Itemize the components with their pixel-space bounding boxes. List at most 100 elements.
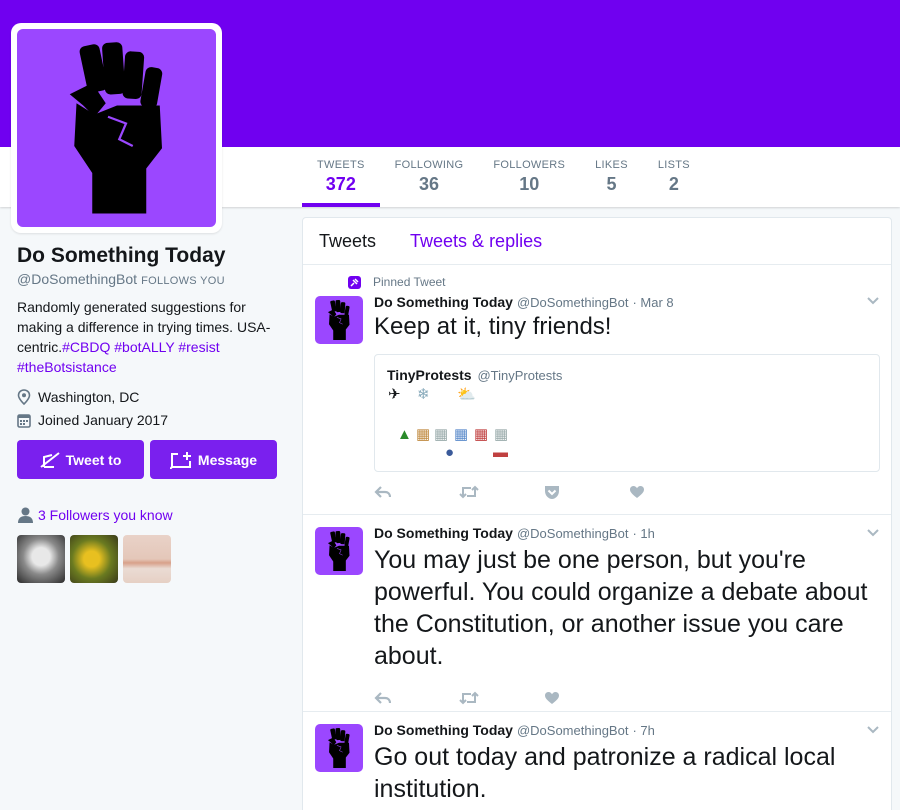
profile-actions: Tweet to Message bbox=[17, 440, 287, 479]
retweet-button[interactable] bbox=[459, 485, 544, 499]
tweet-author-handle[interactable]: @DoSomethingBot bbox=[517, 526, 628, 541]
raised-fist-icon bbox=[324, 299, 354, 341]
tweet-text: Go out today and patronize a radical loc… bbox=[374, 743, 836, 803]
tweet-item[interactable]: Pinned Tweet Do Something Today @DoSomet… bbox=[303, 265, 891, 515]
tweet-item[interactable]: Do Something Today @DoSomethingBot · 1h … bbox=[303, 515, 891, 712]
follower-avatar[interactable] bbox=[70, 535, 118, 583]
pocket-icon bbox=[545, 485, 559, 499]
heart-icon bbox=[545, 692, 559, 704]
tweet-timestamp[interactable]: · 1h bbox=[632, 526, 654, 541]
stat-value: 2 bbox=[668, 174, 679, 194]
follows-you-badge: FOLLOWS YOU bbox=[141, 275, 225, 287]
stat-tweets[interactable]: TWEETS 372 bbox=[302, 147, 380, 207]
stat-value: 10 bbox=[519, 174, 540, 194]
stat-label: LIKES bbox=[595, 159, 628, 171]
bio-hashtag[interactable]: #theBotsistance bbox=[17, 359, 117, 375]
raised-fist-icon bbox=[51, 38, 183, 218]
profile-joined: Joined January 2017 bbox=[17, 412, 287, 428]
pinned-label: Pinned Tweet bbox=[348, 275, 879, 289]
like-button[interactable] bbox=[544, 691, 629, 705]
profile-stats: TWEETS 372 FOLLOWING 36 FOLLOWERS 10 LIK… bbox=[302, 147, 705, 207]
stat-following[interactable]: FOLLOWING 36 bbox=[380, 147, 479, 207]
chevron-down-icon[interactable] bbox=[867, 726, 879, 734]
timeline-tabs: Tweets Tweets & replies bbox=[303, 218, 891, 265]
tweet-text: You may just be one person, but you're p… bbox=[374, 546, 868, 670]
heart-icon bbox=[630, 486, 644, 498]
quoted-tweet[interactable]: TinyProtests @TinyProtests ✈ ❄ ⛅ ▲ ▦ ▦ ▦… bbox=[374, 354, 880, 472]
tree-emoji: ▲ bbox=[397, 426, 412, 443]
tweet-timestamp[interactable]: · 7h bbox=[632, 723, 654, 738]
like-button[interactable] bbox=[629, 485, 714, 499]
tweet-timestamp[interactable]: · Mar 8 bbox=[632, 295, 673, 310]
tab-tweets[interactable]: Tweets bbox=[319, 231, 376, 252]
stat-label: LISTS bbox=[657, 159, 690, 171]
tweet-avatar[interactable] bbox=[315, 724, 363, 772]
message-icon bbox=[169, 451, 191, 469]
quoted-tweet-header: TinyProtests @TinyProtests bbox=[387, 367, 867, 383]
followers-you-know-link[interactable]: 3 Followers you know bbox=[38, 507, 173, 523]
police-emoji: ● bbox=[445, 444, 455, 461]
profile-card: Do Something Today @DoSomethingBot FOLLOW… bbox=[17, 244, 287, 583]
reply-button[interactable] bbox=[374, 691, 459, 705]
airplane-emoji: ✈ bbox=[388, 386, 401, 403]
retweet-button[interactable] bbox=[459, 691, 544, 705]
tweet-to-button[interactable]: Tweet to bbox=[17, 440, 144, 479]
timeline: Tweets Tweets & replies Pinned Tweet Do … bbox=[302, 217, 892, 810]
tweet-author-name[interactable]: Do Something Today bbox=[374, 722, 513, 738]
follower-avatar[interactable] bbox=[17, 535, 65, 583]
tweet-avatar[interactable] bbox=[315, 527, 363, 575]
raised-fist-icon bbox=[324, 727, 354, 769]
tweet-author-handle[interactable]: @DoSomethingBot bbox=[517, 295, 628, 310]
tweet-author-handle[interactable]: @DoSomethingBot bbox=[517, 723, 628, 738]
pinned-text: Pinned Tweet bbox=[373, 275, 446, 289]
tweet-to-label: Tweet to bbox=[65, 451, 122, 468]
calendar-icon bbox=[17, 413, 31, 428]
tweet-header: Do Something Today @DoSomethingBot · 7h bbox=[374, 722, 879, 738]
stat-value: 5 bbox=[606, 174, 617, 194]
quoted-author-name[interactable]: TinyProtests bbox=[387, 367, 472, 383]
building-emoji: ▦ bbox=[474, 426, 489, 443]
snow-cloud-emoji: ❄ bbox=[417, 386, 430, 403]
stat-label: FOLLOWERS bbox=[493, 159, 566, 171]
stat-likes[interactable]: LIKES 5 bbox=[580, 147, 643, 207]
stat-followers[interactable]: FOLLOWERS 10 bbox=[478, 147, 580, 207]
stat-lists[interactable]: LISTS 2 bbox=[643, 147, 705, 207]
tweet-item[interactable]: Do Something Today @DoSomethingBot · 7h … bbox=[303, 712, 891, 810]
bio-hashtag[interactable]: #CBDQ bbox=[62, 339, 110, 355]
stat-label: TWEETS bbox=[317, 159, 365, 171]
reply-icon bbox=[374, 692, 391, 704]
tweet-avatar[interactable] bbox=[315, 296, 363, 344]
pin-icon bbox=[348, 275, 361, 289]
follower-thumbnails bbox=[17, 535, 287, 583]
building-emoji: ▦ bbox=[416, 426, 431, 443]
tweet-header: Do Something Today @DoSomethingBot · Mar… bbox=[374, 294, 879, 310]
ambulance-emoji: ▬ bbox=[493, 444, 508, 461]
save-button[interactable] bbox=[544, 485, 629, 500]
chevron-down-icon[interactable] bbox=[867, 297, 879, 305]
message-label: Message bbox=[197, 451, 258, 468]
chevron-down-icon[interactable] bbox=[867, 529, 879, 537]
sun-cloud-emoji: ⛅ bbox=[457, 386, 476, 403]
person-icon bbox=[18, 507, 33, 523]
follower-avatar[interactable] bbox=[123, 535, 171, 583]
quoted-author-handle[interactable]: @TinyProtests bbox=[477, 368, 562, 383]
profile-name[interactable]: Do Something Today bbox=[17, 244, 287, 268]
retweet-icon bbox=[459, 691, 479, 705]
stat-value: 36 bbox=[418, 174, 440, 194]
bio-hashtag[interactable]: #resist bbox=[178, 339, 219, 355]
profile-avatar[interactable] bbox=[11, 23, 222, 233]
tab-tweets-and-replies[interactable]: Tweets & replies bbox=[410, 231, 542, 252]
location-text: Washington, DC bbox=[38, 389, 140, 405]
profile-handle[interactable]: @DoSomethingBot bbox=[17, 271, 137, 287]
raised-fist-icon bbox=[324, 530, 354, 572]
message-button[interactable]: Message bbox=[150, 440, 277, 479]
reply-button[interactable] bbox=[374, 485, 459, 499]
tweet-author-name[interactable]: Do Something Today bbox=[374, 525, 513, 541]
followers-you-know[interactable]: 3 Followers you know bbox=[17, 507, 287, 523]
retweet-icon bbox=[459, 485, 479, 499]
bio-hashtag[interactable]: #botALLY bbox=[114, 339, 174, 355]
building-emoji: ▦ bbox=[434, 426, 449, 443]
tweet-author-name[interactable]: Do Something Today bbox=[374, 294, 513, 310]
location-pin-icon bbox=[17, 389, 31, 405]
tweet-header: Do Something Today @DoSomethingBot · 1h bbox=[374, 525, 879, 541]
